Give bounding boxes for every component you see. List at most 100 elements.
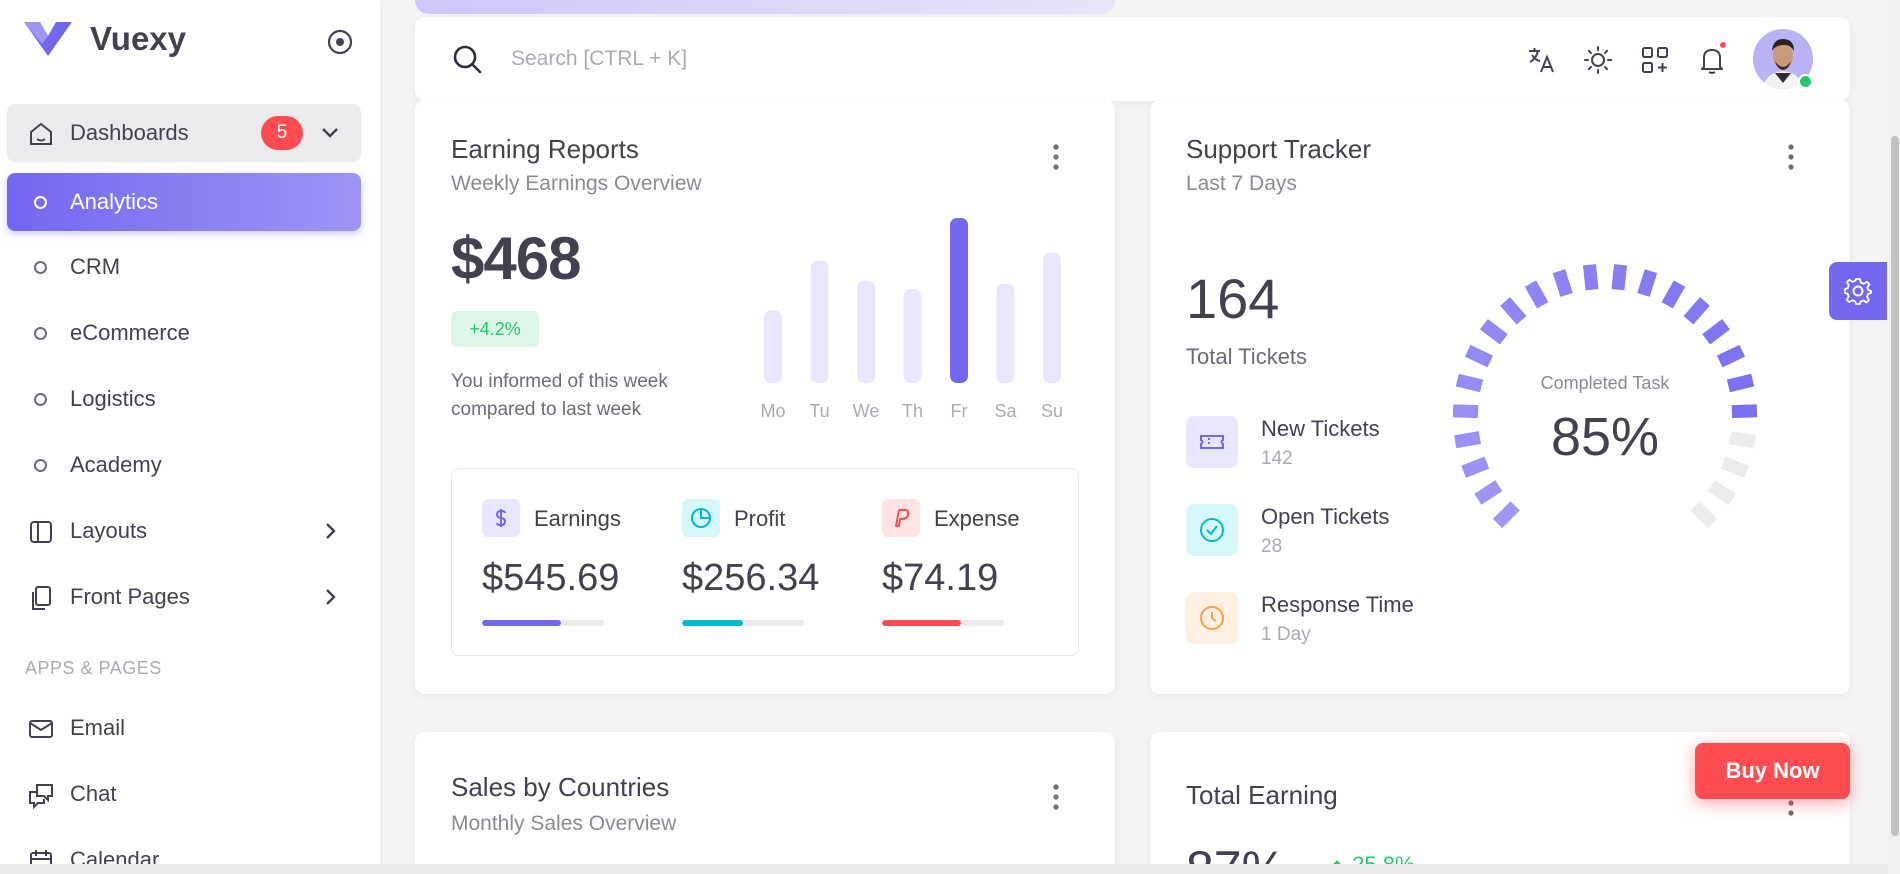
earning-reports-card: Earning Reports Weekly Earnings Overview…: [415, 100, 1115, 694]
gauge-label: Completed Task: [1540, 373, 1670, 393]
gauge-segment: [1454, 431, 1481, 449]
bar-su: [1043, 252, 1061, 383]
horizontal-scrollbar[interactable]: [0, 864, 1888, 874]
search-icon[interactable]: [451, 43, 483, 75]
support-tracker-card: Support Tracker Last 7 Days 164 Total Ti…: [1150, 100, 1850, 694]
sidebar-item-layouts[interactable]: Layouts: [7, 502, 361, 560]
navbar-glow: [415, 0, 1115, 14]
card-title: Total Earning: [1186, 780, 1338, 810]
sidebar-item-label: Front Pages: [70, 584, 190, 609]
gauge-segment: [1461, 456, 1490, 478]
online-status-dot: [1798, 74, 1813, 89]
sidebar-item-ecommerce[interactable]: eCommerce: [7, 304, 361, 362]
tick-label-fr: Fr: [951, 401, 968, 421]
stat-progress-bar: [882, 620, 1004, 626]
ticket-row-label: Response Time: [1261, 592, 1414, 617]
sidebar-item-chat[interactable]: Chat: [7, 765, 361, 823]
pie-chart-icon: [682, 499, 720, 537]
stat-label: Profit: [734, 506, 786, 531]
sidebar-item-analytics[interactable]: Analytics: [7, 173, 361, 231]
chat-icon: [29, 784, 53, 809]
more-options-icon[interactable]: [1051, 782, 1061, 812]
ticket-row-label: Open Tickets: [1261, 504, 1390, 529]
sidebar-item-crm[interactable]: CRM: [7, 238, 361, 296]
gauge-segment: [1731, 404, 1758, 419]
sidebar-item-label: Logistics: [70, 386, 156, 411]
stat-progress-fill: [682, 620, 743, 626]
scroll-thumb[interactable]: [1891, 136, 1899, 836]
sidebar-item-dashboards[interactable]: Dashboards 5: [7, 104, 361, 162]
gauge-segment: [1716, 344, 1746, 368]
sidebar-item-label: Email: [70, 715, 126, 740]
vertical-scrollbar[interactable]: [1888, 0, 1900, 874]
theme-sun-icon[interactable]: [1582, 44, 1614, 76]
stat-progress-fill: [882, 620, 962, 626]
circle-icon: [34, 196, 47, 209]
gauge-segment: [1492, 501, 1520, 529]
bar-fr: [950, 218, 968, 383]
sidebar-item-label: Analytics: [70, 189, 159, 214]
sidebar-item-logistics[interactable]: Logistics: [7, 370, 361, 428]
gauge-segment: [1726, 373, 1755, 393]
stat-label: Expense: [934, 506, 1020, 531]
notification-count-badge: 5: [261, 116, 303, 150]
sidebar-item-label: CRM: [70, 254, 121, 279]
gauge-segment: [1464, 344, 1494, 368]
stat-progress-bar: [482, 620, 604, 626]
tick-label-we: We: [853, 401, 880, 421]
translate-icon[interactable]: [1525, 44, 1557, 76]
ticket-icon: [1186, 416, 1238, 468]
gauge-segment: [1637, 269, 1658, 297]
card-title: Earning Reports: [451, 134, 639, 164]
circle-icon: [34, 261, 47, 274]
navbar: [415, 17, 1850, 101]
sidebar-toggle-icon[interactable]: [326, 28, 354, 56]
gauge-value: 85%: [1550, 407, 1660, 467]
gauge-segment: [1474, 480, 1503, 505]
gauge-segment: [1452, 404, 1479, 419]
sidebar-item-label: Dashboards: [70, 120, 189, 145]
card-subtitle: Monthly Sales Overview: [451, 812, 677, 835]
sidebar-item-label: Academy: [70, 452, 162, 477]
stat-value: $256.34: [682, 557, 820, 599]
vuexy-logo-icon: [24, 22, 72, 56]
brand-name: Vuexy: [90, 20, 187, 57]
ticket-row-value: 1 Day: [1261, 624, 1311, 645]
buy-now-button[interactable]: Buy Now: [1695, 743, 1850, 799]
gauge-segment: [1455, 373, 1484, 393]
sidebar-item-label: Chat: [70, 781, 117, 806]
gauge-segment: [1524, 280, 1549, 309]
files-icon: [32, 586, 51, 610]
total-tickets-label: Total Tickets: [1186, 344, 1308, 369]
ticket-row-value: 142: [1261, 448, 1293, 469]
bar-tu: [810, 260, 829, 383]
chevron-right-icon: [326, 523, 336, 539]
circle-icon: [34, 459, 47, 472]
bar-mo: [764, 310, 782, 383]
gear-icon: [1844, 278, 1872, 305]
gauge-segment: [1582, 264, 1599, 291]
notification-dot: [1718, 40, 1728, 50]
sidebar-item-email[interactable]: Email: [7, 699, 361, 757]
tick-label-th: Th: [902, 401, 923, 421]
gauge-segment: [1500, 297, 1527, 325]
search-input[interactable]: [511, 39, 1111, 79]
sidebar-item-academy[interactable]: Academy: [7, 436, 361, 494]
gauge-segment: [1702, 318, 1731, 345]
gauge-segment: [1552, 269, 1573, 297]
home-icon: [30, 122, 52, 145]
apps-grid-icon[interactable]: [1639, 44, 1671, 76]
customizer-toggle-button[interactable]: [1829, 262, 1887, 320]
brand[interactable]: Vuexy: [22, 20, 186, 58]
sidebar-item-label: Layouts: [70, 518, 148, 543]
change-badge: +4.2%: [451, 311, 539, 347]
bar-th: [903, 288, 922, 383]
more-options-icon[interactable]: [1786, 142, 1796, 172]
stat-value: $545.69: [482, 557, 620, 599]
sidebar: Vuexy Dashboards 5 Analytics CRM eCommer…: [0, 0, 380, 874]
tick-label-su: Su: [1041, 401, 1063, 421]
weekly-earnings-bar-chart: Mo Tu We Th Fr Sa Su: [760, 218, 1063, 421]
more-options-icon[interactable]: [1051, 142, 1061, 172]
sidebar-item-front-pages[interactable]: Front Pages: [7, 568, 361, 626]
tick-label-sa: Sa: [994, 401, 1017, 421]
